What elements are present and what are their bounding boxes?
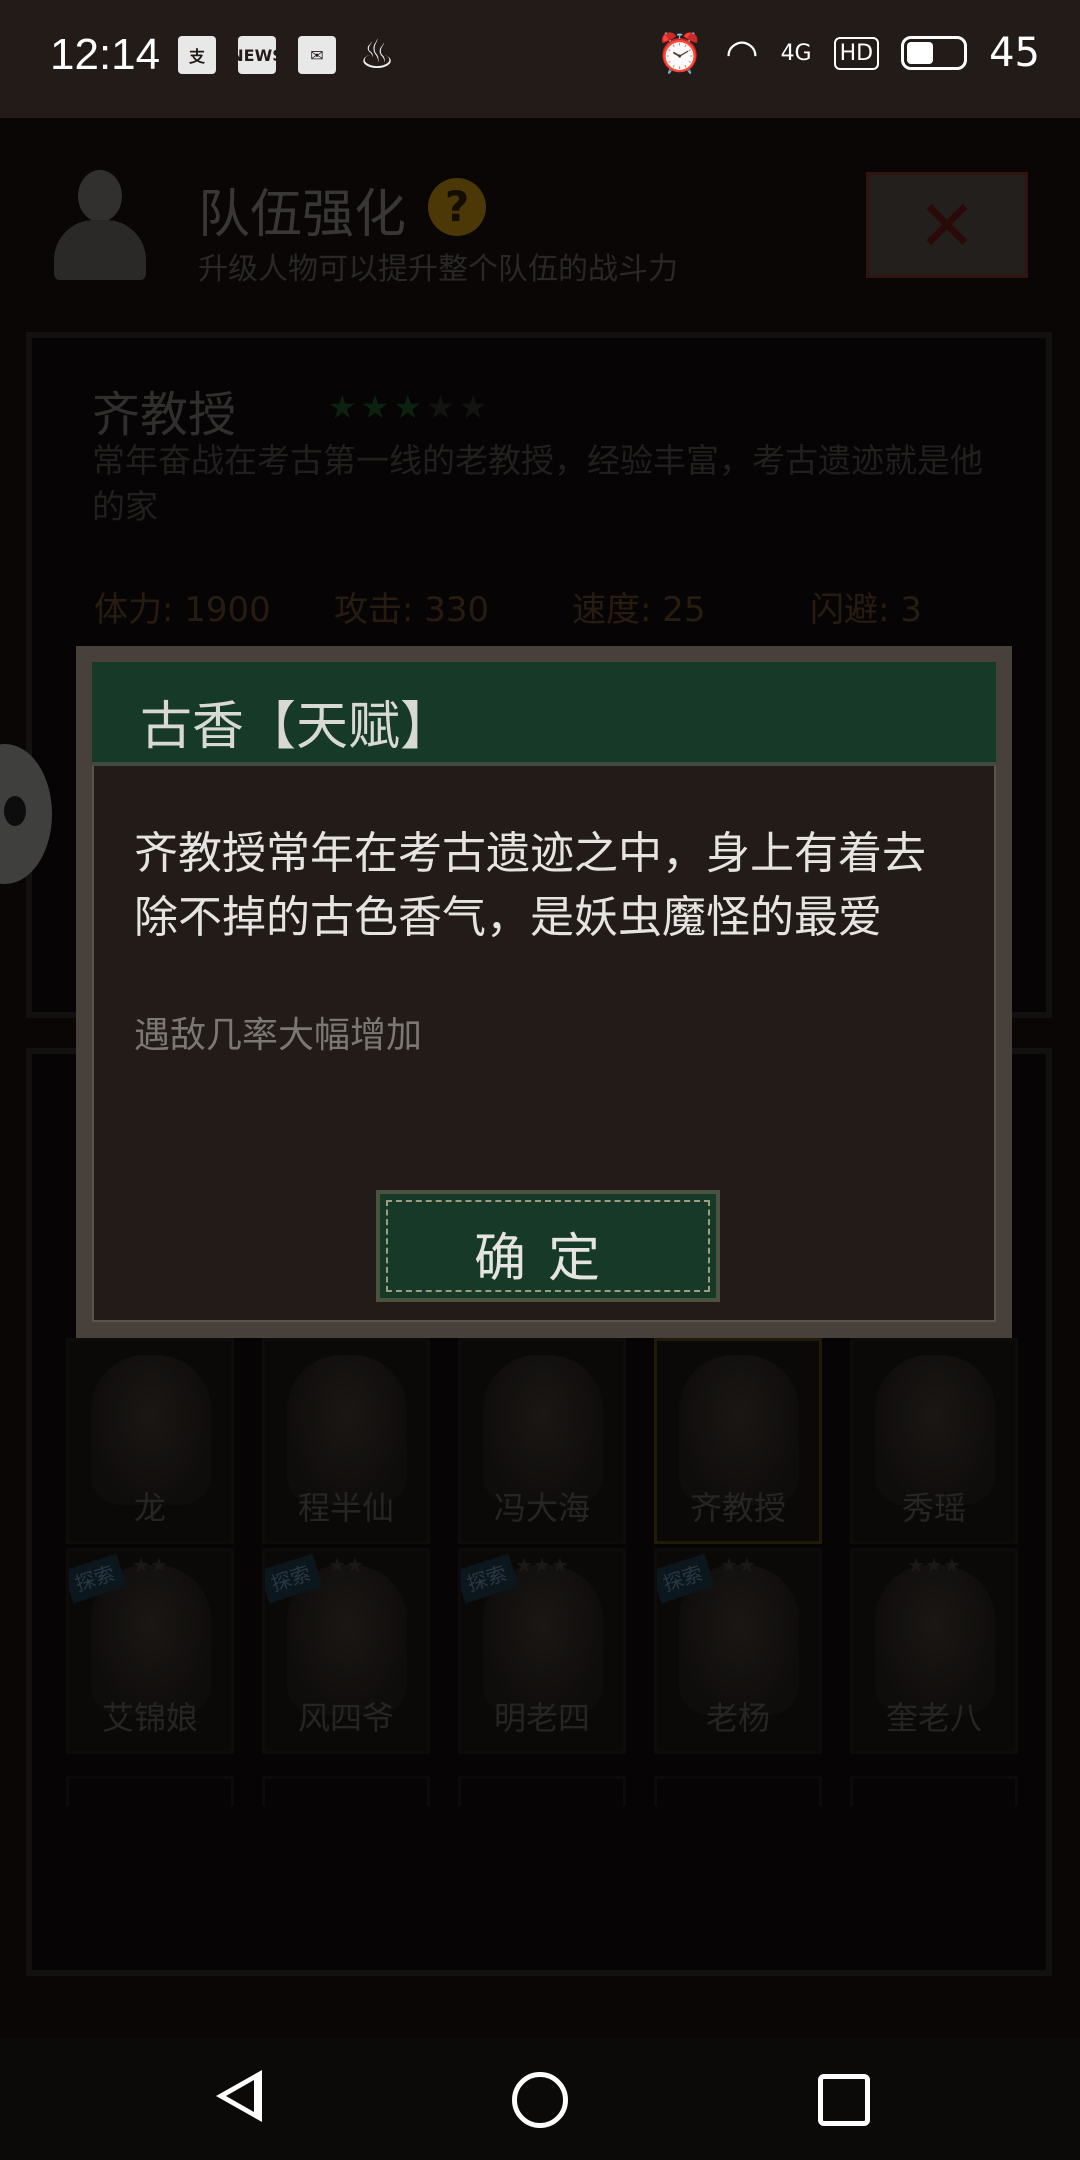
signal-4g-icon: 4G (780, 40, 812, 66)
roster-card[interactable]: 程半仙 (262, 1338, 430, 1544)
roster-card[interactable]: 秀瑶 (850, 1338, 1018, 1544)
news-icon: NEWS (230, 36, 284, 74)
home-icon[interactable] (512, 2072, 568, 2128)
mail-icon: ✉ (298, 36, 336, 74)
stat-dodge: 闪避: 3 (810, 590, 922, 630)
roster-card[interactable]: 冯大海 (458, 1338, 626, 1544)
empty-slot (850, 1776, 1018, 1806)
stat-attack: 攻击: 330 (334, 590, 490, 630)
team-avatar-icon (48, 170, 152, 280)
recents-icon[interactable] (818, 2074, 870, 2126)
roster-card[interactable]: 探索 ★★★ 明老四 (458, 1548, 626, 1754)
status-time: 12:14 (50, 30, 161, 79)
roster-card-name: 冯大海 (493, 1489, 590, 1527)
page-title: 队伍强化 (198, 185, 407, 245)
page-subtitle: 升级人物可以提升整个队伍的战斗力 (198, 252, 678, 287)
empty-slot (458, 1776, 626, 1806)
dialog-title: 古香【天赋】 (140, 697, 453, 757)
roster-card-stars: ★★ (720, 1553, 756, 1577)
talent-dialog: 古香【天赋】 齐教授常年在考古遗迹之中，身上有着去除不掉的古色香气，是妖虫魔怪的… (76, 646, 1012, 1338)
roster-card-name: 齐教授 (689, 1489, 786, 1527)
roster-card[interactable]: 探索 ★★ 艾锦娘 (66, 1548, 234, 1754)
confirm-label: 确定 (473, 1229, 622, 1289)
roster-card-stars: ★★ (328, 1553, 364, 1577)
hd-icon: HD (833, 36, 880, 70)
flame-icon: ♨ (359, 32, 395, 78)
stat-speed: 速度: 25 (572, 590, 706, 630)
roster-card-stars: ★★★ (515, 1553, 569, 1577)
status-bar: 12:14 支 NEWS ✉ ♨ ⏰ ◠ 4G HD 45 (0, 0, 1080, 118)
roster-card[interactable]: ★★★ 奎老八 (850, 1548, 1018, 1754)
roster-card[interactable]: 探索 ★★ 风四爷 (262, 1548, 430, 1754)
roster-card-stars: ★★ (132, 1553, 168, 1577)
wifi-icon: ◠ (725, 31, 759, 75)
close-button[interactable]: ✕ (866, 172, 1028, 278)
character-description: 常年奋战在考古第一线的老教授，经验丰富，考古遗迹就是他的家 (92, 441, 983, 526)
help-icon[interactable]: ? (428, 178, 486, 236)
navigation-bar (0, 2038, 1080, 2160)
character-name: 齐教授 (92, 387, 237, 443)
roster-card-name: 明老四 (493, 1699, 590, 1737)
roster-card-selected[interactable]: 齐教授 (654, 1338, 822, 1544)
battery-icon (901, 36, 968, 70)
roster-card-name: 秀瑶 (901, 1489, 966, 1527)
empty-slot (66, 1776, 234, 1806)
roster-card[interactable]: 探索 ★★ 老杨 (654, 1548, 822, 1754)
close-icon: ✕ (917, 185, 977, 267)
roster-card-name: 艾锦娘 (101, 1699, 198, 1737)
roster-card[interactable]: 龙 (66, 1338, 234, 1544)
back-icon[interactable] (216, 2070, 262, 2122)
battery-level: 45 (989, 30, 1040, 76)
roster-card-name: 程半仙 (297, 1489, 394, 1527)
roster-card-name: 龙 (133, 1489, 166, 1527)
confirm-button[interactable]: 确定 (376, 1190, 720, 1302)
roster-card-name: 风四爷 (297, 1699, 394, 1737)
roster-card-name: 老杨 (705, 1699, 770, 1737)
stat-hp: 体力: 1900 (94, 590, 271, 630)
dialog-effect: 遇敌几率大幅增加 (134, 1015, 423, 1056)
empty-slot (654, 1776, 822, 1806)
dialog-description: 齐教授常年在考古遗迹之中，身上有着去除不掉的古色香气，是妖虫魔怪的最爱 (134, 828, 926, 943)
roster-card-stars: ★★★ (907, 1553, 961, 1577)
alarm-icon: ⏰ (656, 30, 704, 75)
dialog-header: 古香【天赋】 (92, 662, 996, 766)
character-stars: ★★★★★ (328, 388, 492, 426)
alipay-icon: 支 (178, 36, 216, 74)
roster-card-name: 奎老八 (885, 1699, 982, 1737)
empty-slot (262, 1776, 430, 1806)
